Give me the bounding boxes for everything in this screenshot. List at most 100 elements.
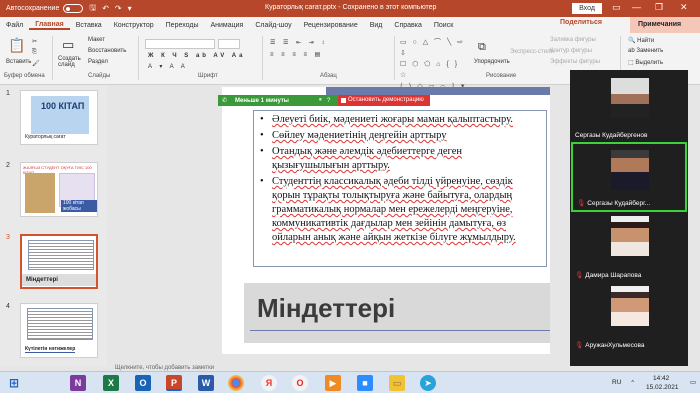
shape-effects-button[interactable]: Эффекты фигуры xyxy=(550,59,600,65)
mic-muted-icon: 🎙 xyxy=(575,342,584,349)
font-format-buttons[interactable]: Ж К Ч S ab AV Aa xyxy=(148,53,245,59)
cut-icon[interactable]: ✂ xyxy=(32,38,37,45)
tab-design[interactable]: Конструктор xyxy=(108,22,160,29)
slide-number: 2 xyxy=(6,162,10,169)
tab-help[interactable]: Справка xyxy=(388,22,427,29)
font-family-select[interactable] xyxy=(145,39,215,49)
find-button[interactable]: 🔍 Найти xyxy=(628,37,654,44)
tab-slideshow[interactable]: Слайд-шоу xyxy=(249,22,297,29)
video-tile[interactable]: 🎙 АружанХульмесова xyxy=(571,282,687,352)
arrange-icon[interactable]: ⧉ xyxy=(478,41,486,54)
language-indicator[interactable]: RU xyxy=(612,379,621,386)
minimize-icon[interactable]: — xyxy=(632,2,641,12)
paste-button[interactable]: Вставить xyxy=(6,59,31,65)
opera-icon[interactable]: O xyxy=(292,375,308,391)
shapes-gallery[interactable]: ▭ ○ △ ⌒ ╲ ⇨ ⇩☐ ⬡ ⬠ ⌂ { } ☆⟨ ⟩ ◇ ▱ ⌓ ⌇ ▾ xyxy=(400,37,470,90)
new-slide-icon[interactable]: ▭ xyxy=(62,37,74,53)
bullet-item: Студенттің классикалық әдеби тілді үйрен… xyxy=(260,175,540,245)
align-buttons[interactable]: ≡ ≡ ≡ ≡ ▤ xyxy=(270,51,323,58)
tab-transitions[interactable]: Переходы xyxy=(160,22,205,29)
ribbon-display-icon[interactable]: ▭ xyxy=(612,2,621,13)
participant-name-wrap: 🎙 Дамира Шарапова xyxy=(575,271,641,279)
shape-outline-button[interactable]: Контур фигуры xyxy=(550,48,592,54)
signin-button[interactable]: Вход xyxy=(572,3,602,14)
section-button[interactable]: Раздел xyxy=(88,59,108,65)
save-icon[interactable]: 🖫 xyxy=(89,2,96,16)
bullet-item: Әлеуеті биік, мәдениеті жоғары маман қал… xyxy=(260,113,540,127)
undo-icon[interactable]: ↶ xyxy=(102,4,109,13)
participant-name: Сергазы Кудайбергенов xyxy=(575,132,648,139)
slides-group-label: Слайды xyxy=(88,73,111,79)
tab-home[interactable]: Главная xyxy=(29,21,70,30)
format-painter-icon[interactable]: 🖌 xyxy=(32,60,40,67)
close-icon[interactable]: ✕ xyxy=(680,2,688,13)
ribbon-separator xyxy=(394,36,395,80)
select-label: Выделить xyxy=(635,60,664,66)
font-size-select[interactable] xyxy=(218,39,240,49)
zoom-icon[interactable]: ■ xyxy=(357,375,373,391)
share-button[interactable]: Поделиться xyxy=(560,19,602,26)
slide-thumbnail-2[interactable]: ЖАЛҒЫЗ СТУДЕНТ ОҚУҒА ТИІС 100 КІТАП 100 … xyxy=(20,162,98,217)
autosave-toggle[interactable] xyxy=(63,4,84,13)
tab-search[interactable]: Поиск xyxy=(428,22,459,29)
ribbon-separator xyxy=(138,36,139,80)
comments-button[interactable]: Примечания xyxy=(630,17,700,33)
reset-button[interactable]: Восстановить xyxy=(88,48,126,54)
copy-icon[interactable]: ⎘ xyxy=(32,49,37,56)
slide-thumbnail-3[interactable]: Міндеттері xyxy=(20,234,98,289)
slide-1-caption: Кураторлық сағат xyxy=(25,134,66,140)
yandex-icon[interactable]: Я xyxy=(261,375,277,391)
outlook-icon[interactable]: O xyxy=(135,375,151,391)
video-tile[interactable]: 🎙 Сергазы Кудайберг... xyxy=(571,142,687,212)
powerpoint-icon[interactable]: P xyxy=(166,375,182,391)
select-button[interactable]: ⬚ Выделить xyxy=(628,59,663,66)
start-icon[interactable]: ⊞ xyxy=(6,375,22,391)
slide-2-caption: 100 кітап жобасы xyxy=(61,200,97,212)
font-color-buttons[interactable]: A ▾ A A xyxy=(148,63,188,70)
tab-view[interactable]: Вид xyxy=(364,22,389,29)
books-image xyxy=(25,173,55,213)
participant-video xyxy=(611,150,649,190)
mic-muted-icon: 🎙 xyxy=(575,272,584,279)
video-tile[interactable]: Сергазы Кудайбергенов xyxy=(571,72,687,142)
arrange-button[interactable]: Упорядочить xyxy=(474,59,510,65)
find-label: Найти xyxy=(637,38,655,44)
participant-name: Дамира Шарапова xyxy=(585,272,642,279)
redo-icon[interactable]: ↷ xyxy=(115,4,122,13)
shape-fill-button[interactable]: Заливка фигуры xyxy=(550,37,596,43)
slide-thumbnail-1[interactable]: 100 КІТАП Кураторлық сағат xyxy=(20,90,98,145)
notifications-icon[interactable]: ▭ xyxy=(690,378,696,386)
tab-insert[interactable]: Вставка xyxy=(70,22,108,29)
word-icon[interactable]: W xyxy=(198,375,214,391)
tab-file[interactable]: Файл xyxy=(0,22,29,29)
clock-date[interactable]: 15.02.2021 xyxy=(646,384,679,391)
text-preview xyxy=(28,240,94,270)
slide-thumbnail-4[interactable]: Күтілетін нәтижелер xyxy=(20,303,98,358)
layout-button[interactable]: Макет xyxy=(88,37,105,43)
tab-review[interactable]: Рецензирование xyxy=(298,22,364,29)
restore-icon[interactable]: ❐ xyxy=(655,2,663,13)
list-buttons[interactable]: ☰ ☰ ⇤ ⇥ ↕ xyxy=(270,39,327,46)
paste-icon[interactable]: 📋 xyxy=(8,37,25,54)
telegram-icon[interactable]: ➤ xyxy=(420,375,436,391)
pause-icon[interactable]: ⏸ xyxy=(319,97,322,104)
chrome-icon[interactable] xyxy=(228,375,244,391)
customize-qat-icon[interactable]: ▾ xyxy=(128,4,132,13)
file-explorer-icon[interactable]: ▭ xyxy=(389,375,405,391)
slide-heading[interactable]: Міндеттері xyxy=(257,293,395,324)
clock-time[interactable]: 14:42 xyxy=(653,375,669,382)
tray-chevron-icon[interactable]: ⌃ xyxy=(630,379,635,387)
media-player-icon[interactable]: ▶ xyxy=(325,375,341,391)
help-icon[interactable]: ? xyxy=(327,98,330,104)
slide-text-box[interactable]: Әлеуеті биік, мәдениеті жоғары маман қал… xyxy=(253,110,547,267)
replace-label: Заменить xyxy=(636,48,664,54)
text-preview xyxy=(27,308,93,340)
replace-button[interactable]: ab Заменить xyxy=(628,48,663,54)
stop-sharing-button[interactable]: Остановить демонстрацию xyxy=(338,95,430,106)
excel-icon[interactable]: X xyxy=(103,375,119,391)
onenote-icon[interactable]: N xyxy=(70,375,86,391)
new-slide-button[interactable]: Создать слайд xyxy=(58,56,81,68)
quick-styles-button[interactable]: Экспресс-стили xyxy=(510,49,554,55)
video-tile[interactable]: 🎙 Дамира Шарапова xyxy=(571,212,687,282)
tab-animations[interactable]: Анимация xyxy=(204,22,249,29)
